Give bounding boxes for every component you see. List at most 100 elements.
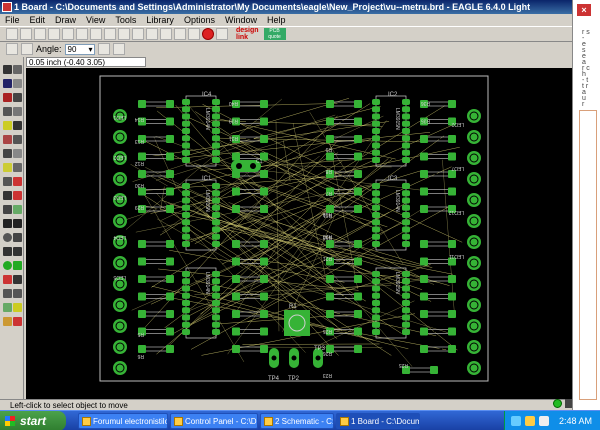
drc-icon[interactable] <box>3 317 12 326</box>
zoom-fit-icon[interactable] <box>104 28 116 40</box>
script-icon[interactable] <box>76 28 88 40</box>
dimension-icon[interactable] <box>3 289 12 298</box>
menu-draw[interactable]: Draw <box>50 14 81 26</box>
split-icon[interactable] <box>3 177 12 186</box>
eagle-icon <box>340 417 349 426</box>
group-icon[interactable] <box>3 121 12 130</box>
start-button[interactable]: start <box>0 411 66 430</box>
mirror-tool-icon[interactable] <box>3 107 12 116</box>
lock-icon[interactable] <box>3 163 12 172</box>
rect-icon[interactable] <box>3 247 12 256</box>
part-label: LM3914N <box>394 190 400 212</box>
text-icon[interactable] <box>13 205 22 214</box>
rotate-icon[interactable] <box>13 107 22 116</box>
task-schematic[interactable]: 2 Schematic - C:\Do... <box>260 413 334 429</box>
wire-icon[interactable] <box>3 205 12 214</box>
signal-icon[interactable] <box>13 261 22 270</box>
polygon-icon[interactable] <box>13 247 22 256</box>
menu-edit[interactable]: Edit <box>25 14 51 26</box>
arc2-icon[interactable] <box>13 233 22 242</box>
task-board[interactable]: 1 Board - C:\Docume... <box>336 413 420 429</box>
title-bar[interactable]: 1 Board - C:\Documents and Settings\Admi… <box>0 0 572 14</box>
close-icon[interactable]: × <box>577 4 591 16</box>
menu-window[interactable]: Window <box>220 14 262 26</box>
go-icon[interactable] <box>216 28 228 40</box>
attribute-icon[interactable] <box>13 275 22 284</box>
ulp-icon[interactable] <box>90 28 102 40</box>
ic-pin <box>182 128 190 134</box>
part-label: LED7 <box>451 165 464 171</box>
mark-icon[interactable] <box>13 79 22 88</box>
redo-icon[interactable] <box>188 28 200 40</box>
resistor-pad <box>326 117 334 126</box>
open-icon[interactable] <box>6 28 18 40</box>
part-label: LM3915N <box>204 190 210 212</box>
ic-pin <box>212 219 220 226</box>
cam-icon[interactable] <box>48 28 60 40</box>
task-control-panel[interactable]: Control Panel - C:\Do... <box>170 413 258 429</box>
ripup-icon[interactable] <box>13 191 22 200</box>
stop-icon[interactable] <box>202 28 214 40</box>
paste-icon[interactable] <box>3 149 12 158</box>
auto-icon[interactable] <box>3 303 12 312</box>
tray-network-icon[interactable] <box>511 416 521 426</box>
erc-icon[interactable] <box>13 303 22 312</box>
tray-app-icon[interactable] <box>525 416 535 426</box>
hole-icon[interactable] <box>3 275 12 284</box>
ic-pin <box>182 307 190 314</box>
circle-icon[interactable] <box>3 233 12 242</box>
menu-options[interactable]: Options <box>179 14 220 26</box>
design-link-logo[interactable]: design link <box>236 27 259 41</box>
task-forum[interactable]: Forumul electronistilo... <box>78 413 168 429</box>
ic-pin <box>372 157 380 163</box>
eagle-icon <box>264 417 273 426</box>
via-icon[interactable] <box>3 261 12 270</box>
info-icon[interactable] <box>3 65 12 74</box>
spin-icon[interactable] <box>112 43 125 55</box>
zoom-in-icon[interactable] <box>118 28 130 40</box>
resistor-pad <box>448 240 456 248</box>
save-icon[interactable] <box>20 28 32 40</box>
ic-pin <box>182 99 190 105</box>
optimize-icon[interactable] <box>13 177 22 186</box>
pcb-quote-logo[interactable]: PCB quote <box>263 28 286 40</box>
angle-select[interactable]: 90 <box>64 43 95 55</box>
status-stop-icon[interactable] <box>565 399 572 408</box>
delete-icon[interactable] <box>3 135 12 144</box>
tray-volume-icon[interactable] <box>539 416 549 426</box>
print-icon[interactable] <box>34 28 46 40</box>
ratsnest-icon[interactable] <box>13 289 22 298</box>
zoom-out-icon[interactable] <box>132 28 144 40</box>
airwire <box>125 174 262 220</box>
show-icon[interactable] <box>13 65 22 74</box>
redraw-icon[interactable] <box>146 28 158 40</box>
move-icon[interactable] <box>3 93 12 102</box>
menu-tools[interactable]: Tools <box>110 14 141 26</box>
pcb-layout[interactable]: IC4 LM3914N IC1 LM3915N LM3914N IC2 LM3915N IC3… <box>26 68 572 399</box>
menu-view[interactable]: View <box>81 14 110 26</box>
resistor-pad <box>448 100 456 108</box>
change-icon[interactable] <box>13 121 22 130</box>
board-canvas[interactable]: IC4 LM3914N IC1 LM3915N LM3914N IC2 LM3915N IC3… <box>26 68 572 399</box>
board-icon[interactable] <box>62 28 74 40</box>
part-label: LED1 <box>113 114 126 120</box>
layer-icon[interactable] <box>6 43 18 55</box>
errors-icon[interactable] <box>13 317 22 326</box>
arc-icon[interactable] <box>13 219 22 228</box>
copy-icon[interactable] <box>13 93 22 102</box>
menu-file[interactable]: File <box>0 14 25 26</box>
menu-help[interactable]: Help <box>262 14 291 26</box>
undo-icon[interactable] <box>174 28 186 40</box>
display-icon[interactable] <box>3 79 12 88</box>
smash-icon[interactable] <box>13 163 22 172</box>
line-icon[interactable] <box>3 219 12 228</box>
menu-library[interactable]: Library <box>141 14 179 26</box>
mirror-icon[interactable] <box>97 43 110 55</box>
add-icon[interactable] <box>13 135 22 144</box>
part-label: R29 <box>135 204 144 210</box>
grid-icon[interactable] <box>21 43 33 55</box>
replace-icon[interactable] <box>13 149 22 158</box>
route-icon[interactable] <box>3 191 12 200</box>
resistor-pad <box>354 135 362 143</box>
zoom-select-icon[interactable] <box>160 28 172 40</box>
